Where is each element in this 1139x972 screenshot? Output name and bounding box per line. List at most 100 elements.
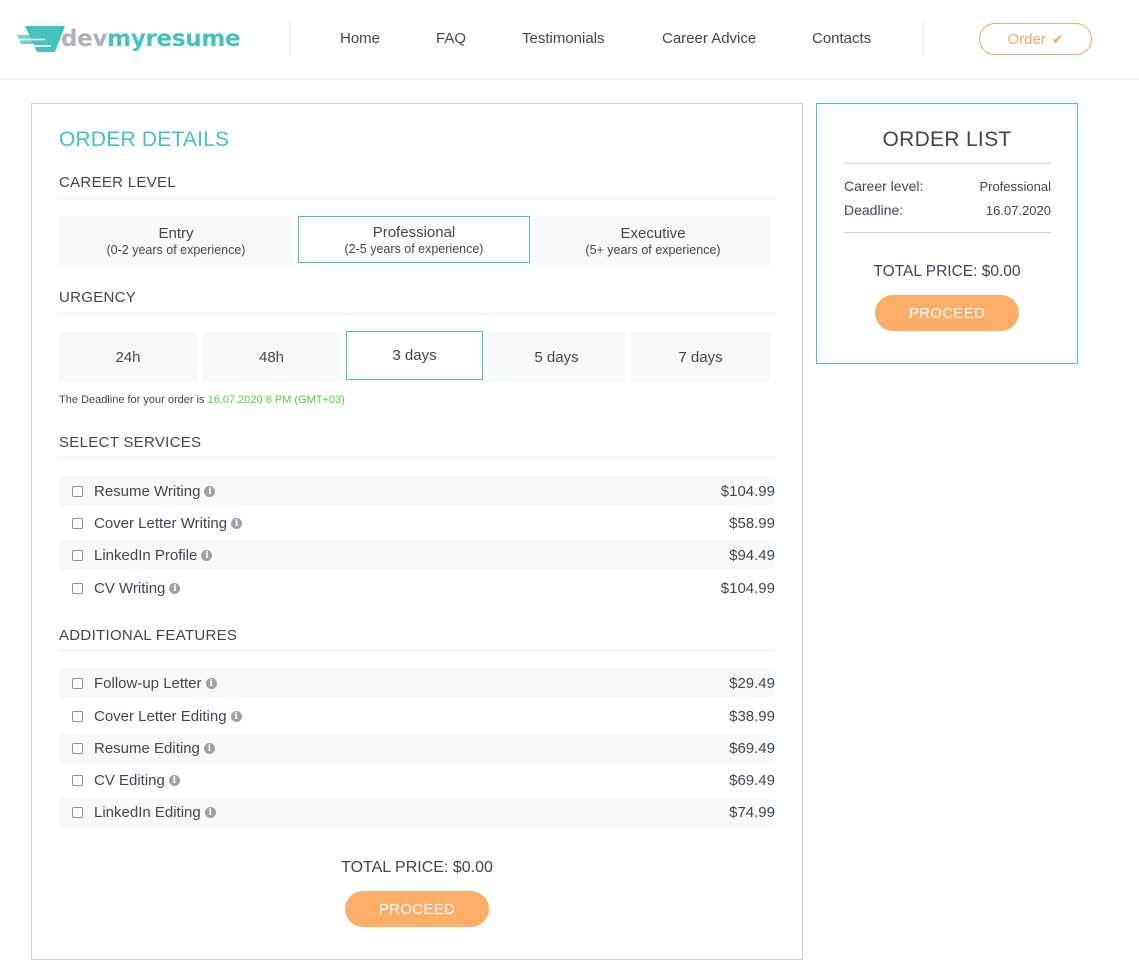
header-divider	[289, 20, 290, 56]
feature-checkbox[interactable]	[72, 678, 83, 689]
info-icon[interactable]: i	[231, 518, 243, 529]
urgency-option-48h[interactable]: 48h	[203, 332, 340, 382]
services-heading: SELECT SERVICES	[59, 434, 202, 451]
service-price: $94.49	[729, 547, 775, 564]
section-divider	[59, 313, 775, 314]
urgency-option-3-days[interactable]: 3 days	[346, 331, 483, 380]
career-level-heading: CAREER LEVEL	[59, 174, 176, 191]
section-divider	[59, 198, 775, 199]
header-divider	[923, 20, 924, 56]
urgency-option-label: 24h	[115, 348, 141, 366]
feature-price: $74.99	[729, 804, 775, 821]
info-icon[interactable]: i	[204, 807, 216, 818]
urgency-option-5-days[interactable]: 5 days	[488, 332, 625, 382]
logo-mark-icon	[17, 26, 65, 52]
career-option-entry[interactable]: Entry (0-2 years of experience)	[59, 216, 293, 266]
info-icon[interactable]: i	[230, 711, 242, 722]
order-list-career-level: Career level: Professional	[844, 178, 1051, 194]
info-icon[interactable]: i	[205, 678, 217, 689]
feature-label: CV Editing	[94, 772, 165, 789]
order-list-panel: ORDER LIST Career level: Professional De…	[816, 103, 1078, 364]
site-header: devmyresume Home FAQ Testimonials Career…	[0, 0, 1139, 80]
urgency-option-label: 5 days	[534, 348, 579, 366]
info-icon[interactable]: i	[168, 775, 180, 786]
nav-home[interactable]: Home	[340, 30, 380, 47]
feature-price: $69.49	[729, 740, 775, 757]
career-option-label: Professional	[372, 223, 456, 241]
order-list-proceed-button[interactable]: PROCEED	[875, 295, 1019, 331]
service-price: $104.99	[720, 483, 775, 500]
service-label: Resume Writing	[94, 483, 201, 500]
feature-checkbox[interactable]	[72, 775, 83, 786]
career-option-sub: (2-5 years of experience)	[344, 241, 484, 256]
order-button[interactable]: Order ✔	[979, 23, 1092, 55]
order-list-deadline: Deadline: 16.07.2020	[844, 202, 1051, 218]
career-option-professional[interactable]: Professional (2-5 years of experience)	[298, 216, 530, 263]
info-icon[interactable]: i	[201, 550, 213, 561]
order-list-title: ORDER LIST	[882, 128, 1012, 151]
brand-logo[interactable]: devmyresume	[17, 22, 241, 56]
feature-label: LinkedIn Editing	[94, 804, 201, 821]
service-checkbox[interactable]	[72, 583, 83, 594]
career-option-sub: (0-2 years of experience)	[106, 243, 246, 257]
order-list-career-level-value: Professional	[979, 178, 1051, 194]
service-row-linkedin-profile[interactable]: LinkedIn Profile i $94.49	[59, 540, 775, 571]
career-option-executive[interactable]: Executive (5+ years of experience)	[535, 216, 771, 266]
order-details-title: ORDER DETAILS	[59, 128, 230, 151]
service-label: CV Writing	[94, 580, 166, 597]
feature-checkbox[interactable]	[72, 807, 83, 818]
feature-checkbox[interactable]	[72, 743, 83, 754]
urgency-heading: URGENCY	[59, 289, 137, 306]
nav-career-advice[interactable]: Career Advice	[662, 30, 756, 47]
service-price: $104.99	[720, 580, 775, 597]
feature-label: Cover Letter Editing	[94, 708, 227, 725]
order-list-divider	[844, 163, 1051, 164]
order-details-panel: ORDER DETAILS CAREER LEVEL Entry (0-2 ye…	[31, 103, 803, 960]
feature-price: $29.49	[729, 675, 775, 692]
order-list-deadline-value: 16.07.2020	[985, 202, 1051, 218]
service-checkbox[interactable]	[72, 486, 83, 497]
info-icon[interactable]: i	[169, 583, 181, 594]
nav-contacts[interactable]: Contacts	[812, 30, 871, 47]
urgency-option-24h[interactable]: 24h	[59, 332, 197, 382]
feature-row-cv-editing[interactable]: CV Editing i $69.49	[59, 765, 775, 796]
feature-price: $69.49	[729, 772, 775, 789]
urgency-option-7-days[interactable]: 7 days	[630, 332, 771, 382]
feature-row-linkedin-editing[interactable]: LinkedIn Editing i $74.99	[59, 797, 775, 828]
info-icon[interactable]: i	[203, 743, 215, 754]
order-list-divider	[844, 232, 1051, 233]
feature-row-follow-up-letter[interactable]: Follow-up Letter i $29.49	[59, 668, 775, 699]
career-option-sub: (5+ years of experience)	[585, 243, 721, 257]
nav-faq[interactable]: FAQ	[436, 30, 466, 47]
feature-row-cover-letter-editing[interactable]: Cover Letter Editing i $38.99	[59, 701, 775, 732]
logo-text-myresume: myresume	[107, 26, 241, 52]
service-row-cover-letter-writing[interactable]: Cover Letter Writing i $58.99	[59, 508, 775, 539]
urgency-option-label: 3 days	[392, 347, 437, 364]
deadline-note-value: 16.07.2020 6 PM (GMT+03)	[207, 394, 345, 406]
urgency-option-label: 7 days	[678, 348, 723, 366]
service-checkbox[interactable]	[72, 518, 83, 529]
proceed-button[interactable]: PROCEED	[345, 891, 489, 927]
deadline-note: The Deadline for your order is 16.07.202…	[59, 394, 345, 406]
service-label: Cover Letter Writing	[94, 515, 228, 532]
logo-text: devmyresume	[61, 26, 241, 52]
feature-label: Resume Editing	[94, 740, 200, 757]
career-option-label: Entry	[158, 225, 194, 242]
service-checkbox[interactable]	[72, 550, 83, 561]
service-row-cv-writing[interactable]: CV Writing i $104.99	[59, 573, 775, 604]
features-heading: ADDITIONAL FEATURES	[59, 627, 238, 644]
order-button-label: Order	[1007, 30, 1046, 48]
nav-testimonials[interactable]: Testimonials	[522, 30, 605, 47]
feature-checkbox[interactable]	[72, 711, 83, 722]
order-list-deadline-label: Deadline:	[844, 202, 904, 218]
info-icon[interactable]: i	[204, 486, 216, 497]
service-row-resume-writing[interactable]: Resume Writing i $104.99	[59, 476, 775, 507]
check-icon: ✔	[1051, 30, 1064, 47]
feature-row-resume-editing[interactable]: Resume Editing i $69.49	[59, 733, 775, 764]
feature-label: Follow-up Letter	[94, 675, 202, 692]
service-label: LinkedIn Profile	[94, 547, 198, 564]
total-price: TOTAL PRICE: $0.00	[341, 859, 493, 876]
order-list-total-price: TOTAL PRICE: $0.00	[873, 263, 1021, 280]
section-divider	[59, 650, 775, 651]
feature-price: $38.99	[729, 708, 775, 725]
